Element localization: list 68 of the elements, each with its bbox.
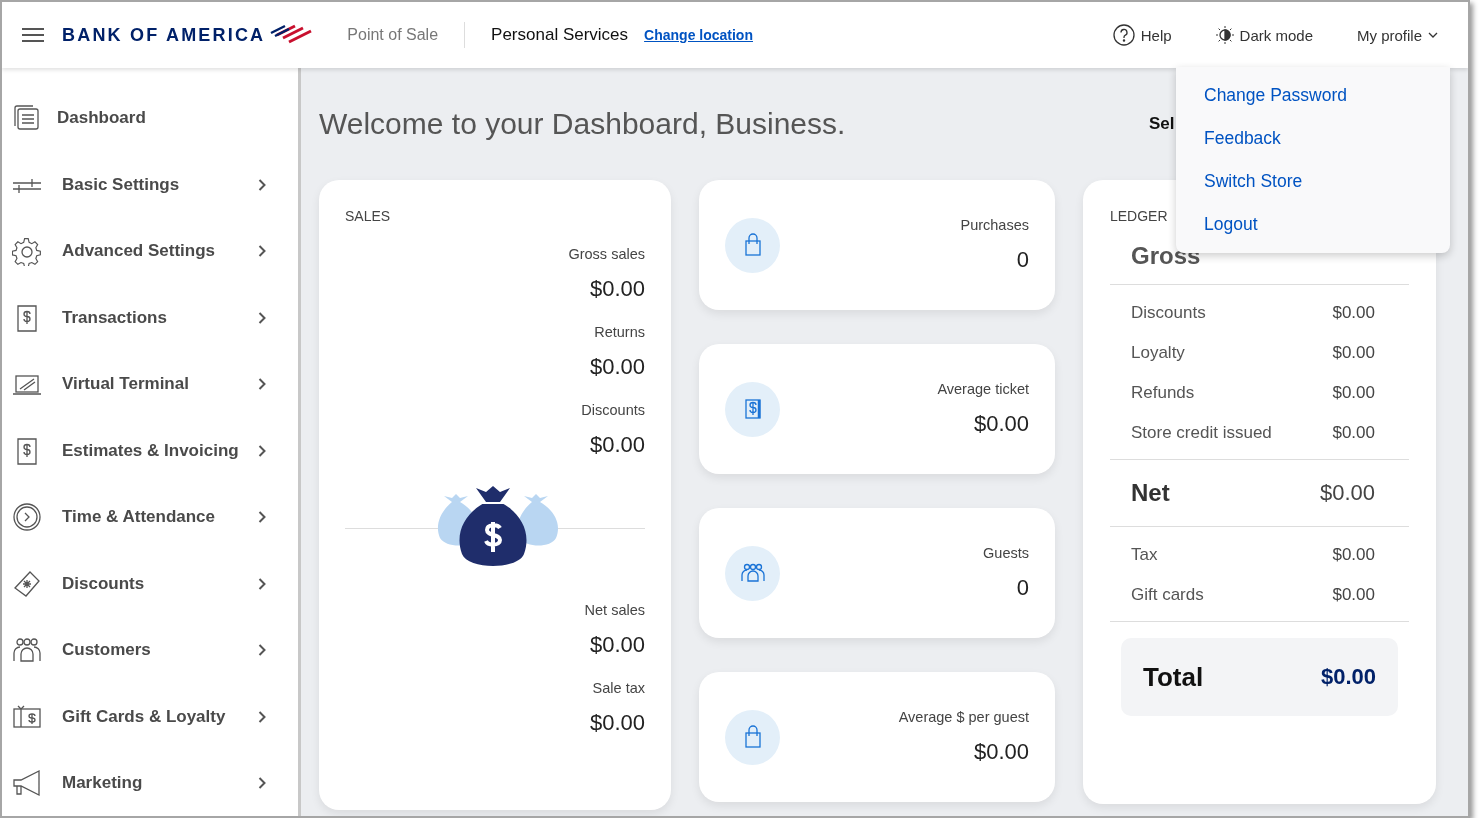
- total-label: Total: [1143, 661, 1204, 693]
- ledger-value: $0.00: [1332, 343, 1375, 363]
- metric-value: $0.00: [972, 739, 1029, 765]
- ledger-value: $0.00: [1332, 545, 1375, 565]
- clock-icon: [12, 502, 42, 533]
- sidebar-item[interactable]: Gift Cards & Loyalty: [2, 683, 298, 750]
- sidebar-item[interactable]: Discounts: [2, 550, 298, 617]
- ledger-value: $0.00: [1319, 480, 1375, 506]
- metric-value: 0: [1015, 247, 1029, 273]
- sidebar-item[interactable]: Dashboard: [2, 85, 298, 152]
- ledger-label: Store credit issued: [1131, 423, 1272, 443]
- ledger-value: $0.00: [1332, 423, 1375, 443]
- menu-item[interactable]: Switch Store: [1204, 167, 1303, 210]
- help-icon: [1112, 24, 1135, 46]
- sidebar-item[interactable]: Estimates & Invoicing: [2, 417, 298, 484]
- sidebar-item[interactable]: Basic Settings: [2, 151, 298, 218]
- brand-name: BANK OF AMERICA: [62, 24, 266, 46]
- ledger-value: $0.00: [1332, 303, 1375, 323]
- ledger-value: $0.00: [1332, 383, 1375, 403]
- ledger-value: $0.00: [1332, 585, 1375, 605]
- ledger-label: Tax: [1131, 545, 1158, 565]
- ledger-label: Refunds: [1131, 383, 1195, 403]
- metric-value: $0.00: [588, 710, 645, 736]
- metric-value: $0.00: [588, 632, 645, 658]
- metric-value: 0: [1015, 575, 1029, 601]
- metric-label: Purchases: [960, 217, 1029, 233]
- contrast-icon: [1215, 26, 1234, 44]
- metric-label: Discounts: [580, 402, 645, 418]
- ledger-label: Gift cards: [1131, 585, 1204, 605]
- store-select-label: Sel: [1149, 114, 1175, 134]
- ledger-label: Net: [1131, 479, 1170, 507]
- metric-label: Guests: [983, 545, 1029, 561]
- total-value: $0.00: [1320, 664, 1376, 690]
- megaphone-icon: [12, 768, 42, 799]
- gear-icon: [12, 236, 42, 267]
- location-name: Personal Services: [491, 25, 629, 45]
- product-name: Point of Sale: [347, 26, 440, 44]
- sidebar-item[interactable]: Advanced Settings: [2, 218, 298, 285]
- sidebar-item[interactable]: Transactions: [2, 284, 298, 351]
- metric-value: $0.00: [588, 276, 645, 302]
- metric-label: Average $ per guest: [898, 709, 1029, 725]
- help-button[interactable]: Help: [1112, 24, 1172, 46]
- ledger-label: Loyalty: [1131, 343, 1185, 363]
- metric-label: Gross sales: [567, 246, 645, 262]
- profile-button[interactable]: My profile: [1356, 26, 1438, 44]
- metric-value: $0.00: [588, 432, 645, 458]
- metric-label: Returns: [593, 324, 645, 340]
- card-title: LEDGER: [1110, 208, 1169, 224]
- metric-label: Average ticket: [937, 381, 1029, 397]
- ledger-label: Gross: [1131, 242, 1201, 270]
- ledger-label: Discounts: [1131, 303, 1206, 323]
- metric-value: $0.00: [972, 411, 1029, 437]
- menu-icon: [22, 27, 44, 43]
- welcome-heading: Welcome to your Dashboard, Business.: [319, 107, 847, 141]
- sidebar-item[interactable]: Customers: [2, 617, 298, 684]
- menu-item[interactable]: Logout: [1204, 210, 1258, 253]
- sidebar-item[interactable]: Virtual Terminal: [2, 351, 298, 418]
- sidebar-item[interactable]: Time & Attendance: [2, 484, 298, 551]
- dark-mode-button[interactable]: Dark mode: [1215, 26, 1313, 44]
- sidebar-item[interactable]: Marketing: [2, 750, 298, 816]
- caret-icon: [1428, 32, 1438, 38]
- metric-label: Sale tax: [591, 680, 645, 696]
- menu-item[interactable]: Feedback: [1204, 124, 1281, 167]
- card-title: SALES: [345, 208, 392, 224]
- metric-value: $0.00: [588, 354, 645, 380]
- metric-label: Net sales: [583, 602, 645, 618]
- menu-item[interactable]: Change Password: [1204, 81, 1347, 124]
- change-location-link[interactable]: Change location: [644, 27, 753, 43]
